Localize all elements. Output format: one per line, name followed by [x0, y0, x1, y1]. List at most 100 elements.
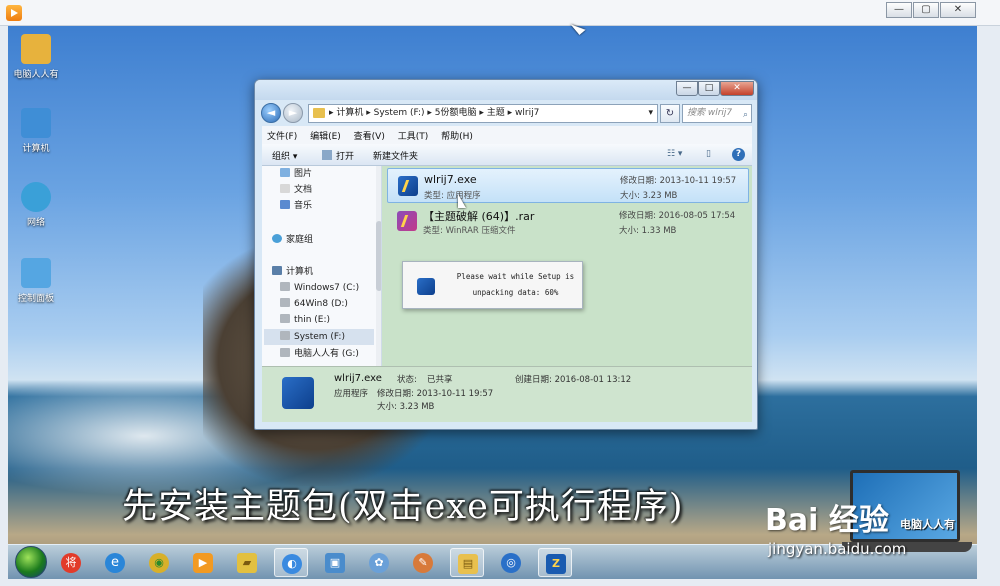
command-toolbar: 组织 ▾ 打开 新建文件夹 ☷ ▾ ▯ ? — [262, 144, 752, 166]
player-maximize-button[interactable]: ▢ — [913, 2, 939, 18]
menu-tools[interactable]: 工具(T) — [393, 126, 434, 142]
player-logo-icon — [6, 5, 22, 21]
address-row: ◄ ► ▸ 计算机 ▸ System (F:) ▸ 5份额电脑 ▸ 主题 ▸ w… — [255, 100, 757, 126]
taskbar-media-player[interactable]: ▶ — [186, 548, 220, 577]
start-button[interactable] — [15, 546, 47, 578]
nav-drive-g[interactable]: 电脑人人有 (G:) — [280, 346, 359, 362]
nav-drive-c[interactable]: Windows7 (C:) — [280, 280, 359, 296]
setup-message-line1: Please wait while Setup is — [456, 272, 575, 281]
refresh-button[interactable]: ↻ — [660, 104, 680, 123]
explorer-maximize-button[interactable]: □ — [698, 81, 720, 96]
setup-unpacking-dialog: Please wait while Setup is unpacking dat… — [402, 261, 583, 309]
computer-icon — [272, 266, 282, 275]
taskbar-remote[interactable]: ▣ — [318, 548, 352, 577]
browser-icon: ◐ — [282, 554, 302, 574]
view-options-icon[interactable]: ☷ ▾ — [667, 149, 682, 159]
nav-computer[interactable]: 计算机 — [272, 264, 313, 280]
mouse-cursor — [458, 194, 466, 208]
folder-icon — [313, 108, 325, 118]
menu-help[interactable]: 帮助(H) — [436, 126, 478, 142]
taskbar-explorer[interactable]: ▤ — [450, 548, 484, 577]
address-path: ▸ 计算机 ▸ System (F:) ▸ 5份额电脑 ▸ 主题 ▸ wlrij… — [329, 108, 540, 118]
paint-icon: ✎ — [413, 553, 433, 573]
setup-app-icon: Z — [546, 554, 566, 574]
network-globe-icon — [21, 182, 51, 212]
nav-music[interactable]: 音乐 — [280, 198, 312, 214]
navigation-pane: 图片 文档 音乐 家庭组 计算机 Windows7 (C:) 64Win8 (D… — [262, 166, 382, 366]
menu-edit[interactable]: 编辑(E) — [305, 126, 346, 142]
menu-view[interactable]: 查看(V) — [349, 126, 390, 142]
folder-app-icon: ▰ — [237, 553, 257, 573]
player-minimize-button[interactable]: — — [886, 2, 912, 18]
taskbar-folder-app[interactable]: ▰ — [230, 548, 264, 577]
back-button[interactable]: ◄ — [261, 103, 281, 123]
desktop-icon-control-panel[interactable]: 控制面板 — [12, 258, 60, 304]
nav-homegroup[interactable]: 家庭组 — [272, 232, 313, 248]
nav-drive-f[interactable]: System (F:) — [264, 329, 374, 345]
music-icon — [280, 200, 290, 209]
taskbar-chrome[interactable]: ◉ — [142, 548, 176, 577]
organize-button[interactable]: 组织 ▾ — [272, 149, 297, 162]
details-pane: wlrij7.exe 应用程序 修改日期: 2013-10-11 19:57 大… — [262, 366, 752, 422]
open-button[interactable]: 打开 — [336, 149, 354, 162]
forward-button[interactable]: ► — [283, 103, 303, 123]
pictures-icon — [280, 168, 290, 177]
desktop-icon-computer[interactable]: 计算机 — [12, 108, 60, 154]
desktop-icon-network[interactable]: 网络 — [12, 182, 60, 228]
search-input[interactable]: 搜索 wlrij7 ⌕ — [682, 104, 752, 123]
explorer-titlebar[interactable]: — □ ✕ — [255, 80, 757, 100]
remote-desktop-icon: ▣ — [325, 553, 345, 573]
file-row-wlrij7-exe[interactable]: wlrij7.exe 类型: 应用程序 修改日期: 2013-10-11 19:… — [387, 168, 749, 203]
preview-pane-icon[interactable]: ▯ — [706, 149, 711, 159]
explorer-window: — □ ✕ ◄ ► ▸ 计算机 ▸ System (F:) ▸ 5份额电脑 ▸ … — [254, 79, 758, 430]
app-jiang-icon: 将 — [61, 553, 81, 573]
taskbar-browser[interactable]: ◐ — [274, 548, 308, 577]
taskbar-flower[interactable]: ✿ — [362, 548, 396, 577]
nav-drive-d[interactable]: 64Win8 (D:) — [280, 296, 348, 312]
rar-archive-icon — [397, 211, 417, 231]
setup-message-line2: unpacking data: 60% — [472, 288, 559, 297]
taskbar-app-blue[interactable]: ◎ — [494, 548, 528, 577]
taskbar-app-jiang[interactable]: 将 — [54, 548, 88, 577]
baidu-jingyan-watermark: Bai 经验 — [765, 503, 889, 538]
nav-drive-e[interactable]: thin (E:) — [280, 312, 330, 328]
media-player-icon: ▶ — [193, 553, 213, 573]
explorer-minimize-button[interactable]: — — [676, 81, 698, 96]
chrome-icon: ◉ — [149, 553, 169, 573]
taskbar-paint[interactable]: ✎ — [406, 548, 440, 577]
drive-icon — [280, 282, 290, 291]
laptop-watermark-text: 电脑人人有 — [900, 518, 955, 531]
drive-icon — [280, 331, 290, 340]
computer-icon — [21, 108, 51, 138]
explorer-close-button[interactable]: ✕ — [720, 81, 754, 96]
file-list: wlrij7.exe 类型: 应用程序 修改日期: 2013-10-11 19:… — [382, 166, 752, 366]
file-row-theme-rar[interactable]: 【主题破解 (64)】.rar 类型: WinRAR 压缩文件 修改日期: 20… — [387, 204, 749, 239]
app-blue-icon: ◎ — [501, 553, 521, 573]
drive-icon — [280, 298, 290, 307]
address-dropdown-icon[interactable]: ▾ — [648, 105, 653, 122]
new-folder-button[interactable]: 新建文件夹 — [373, 149, 418, 162]
documents-icon — [280, 184, 290, 193]
menu-bar: 文件(F) 编辑(E) 查看(V) 工具(T) 帮助(H) — [262, 126, 752, 144]
address-bar[interactable]: ▸ 计算机 ▸ System (F:) ▸ 5份额电脑 ▸ 主题 ▸ wlrij… — [308, 104, 658, 123]
player-close-button[interactable]: ✕ — [940, 2, 976, 18]
taskbar-ie[interactable]: e — [98, 548, 132, 577]
flower-app-icon: ✿ — [369, 553, 389, 573]
setup-app-icon — [417, 278, 435, 295]
desktop-icon-user-folder[interactable]: 电脑人人有 — [12, 34, 60, 80]
menu-file[interactable]: 文件(F) — [262, 126, 302, 142]
app-exe-icon — [282, 377, 314, 409]
watermark-url: jingyan.baidu.com — [768, 540, 907, 558]
taskbar-setup[interactable]: Z — [538, 548, 572, 577]
explorer-icon: ▤ — [458, 554, 478, 574]
nav-pictures[interactable]: 图片 — [280, 166, 312, 182]
open-icon — [322, 150, 332, 160]
control-panel-icon — [21, 258, 51, 288]
help-icon[interactable]: ? — [732, 148, 745, 161]
nav-documents[interactable]: 文档 — [280, 182, 312, 198]
player-titlebar: — ▢ ✕ — [0, 0, 1000, 26]
app-exe-icon — [398, 176, 418, 196]
search-icon: ⌕ — [742, 110, 748, 120]
folder-user-icon — [21, 34, 51, 64]
homegroup-icon — [272, 234, 282, 243]
